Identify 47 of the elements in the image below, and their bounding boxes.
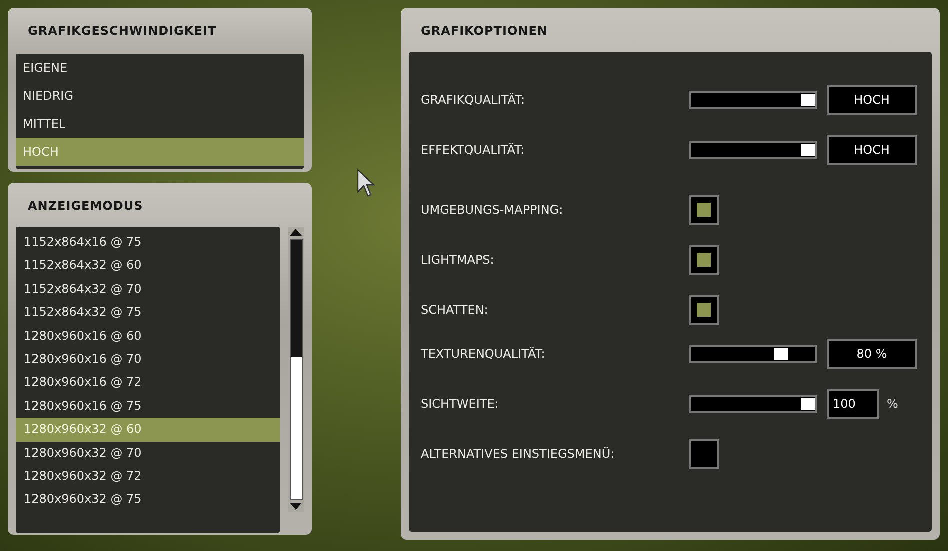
option-label: ALTERNATIVES EINSTIEGSMENÜ:	[421, 447, 616, 461]
slider[interactable]	[689, 141, 817, 159]
option-label: EFFEKTQUALITÄT:	[421, 143, 526, 157]
value-display: HOCH	[827, 135, 917, 165]
option-label: GRAFIKQUALITÄT:	[421, 93, 526, 107]
list-item[interactable]: 1280x960x32 @ 70	[16, 442, 280, 465]
value-display: HOCH	[827, 85, 917, 115]
slider[interactable]	[689, 91, 817, 109]
list-item[interactable]: 1280x960x16 @ 60	[16, 324, 280, 348]
list-item[interactable]: 1280x960x16 @ 70	[16, 348, 280, 372]
list-item[interactable]: 1280x960x32 @ 75	[16, 488, 280, 512]
list-item[interactable]: EIGENE	[16, 54, 304, 82]
list-item[interactable]: 1280x960x16 @ 72	[16, 371, 280, 395]
panel-title: GRAFIKOPTIONEN	[420, 23, 549, 40]
panel-title: GRAFIKGESCHWINDIGKEIT	[27, 23, 218, 40]
option-label: SCHATTEN:	[421, 303, 490, 317]
slider-thumb[interactable]	[801, 398, 815, 410]
slider-thumb[interactable]	[801, 144, 815, 156]
list-item[interactable]: MITTEL	[16, 110, 304, 138]
scroll-up-icon[interactable]	[289, 227, 303, 237]
slider[interactable]	[689, 395, 817, 413]
list-item[interactable]: 1280x960x32 @ 72	[16, 464, 280, 488]
list-item[interactable]: 1152x864x16 @ 75	[16, 231, 280, 254]
list-item[interactable]: NIEDRIG	[16, 82, 304, 110]
mouse-pointer-icon	[356, 168, 376, 198]
option-label: UMGEBUNGS-MAPPING:	[421, 203, 564, 217]
unit-label: %	[887, 397, 898, 411]
value-field[interactable]: 100	[827, 389, 879, 419]
checkbox[interactable]	[689, 295, 719, 325]
list-item[interactable]: 1152x864x32 @ 60	[16, 254, 280, 278]
slider-thumb[interactable]	[774, 348, 788, 360]
list-item[interactable]: 1152x864x32 @ 75	[16, 301, 280, 325]
scrollbar[interactable]	[288, 227, 304, 512]
slider[interactable]	[689, 345, 817, 363]
scroll-down-icon[interactable]	[289, 502, 303, 512]
panel-title: ANZEIGEMODUS	[27, 198, 144, 215]
option-label: LIGHTMAPS:	[421, 253, 496, 267]
list-item[interactable]: 1152x864x32 @ 70	[16, 278, 280, 302]
list-item[interactable]: 1280x960x16 @ 75	[16, 394, 280, 418]
checkbox[interactable]	[689, 195, 719, 225]
slider-thumb[interactable]	[801, 94, 815, 106]
checkbox[interactable]	[689, 439, 719, 469]
option-label: TEXTURENQUALITÄT:	[421, 347, 546, 361]
checkbox[interactable]	[689, 245, 719, 275]
scroll-thumb[interactable]	[290, 356, 302, 499]
value-display: 80 %	[827, 339, 917, 369]
option-label: SICHTWEITE:	[421, 397, 500, 411]
